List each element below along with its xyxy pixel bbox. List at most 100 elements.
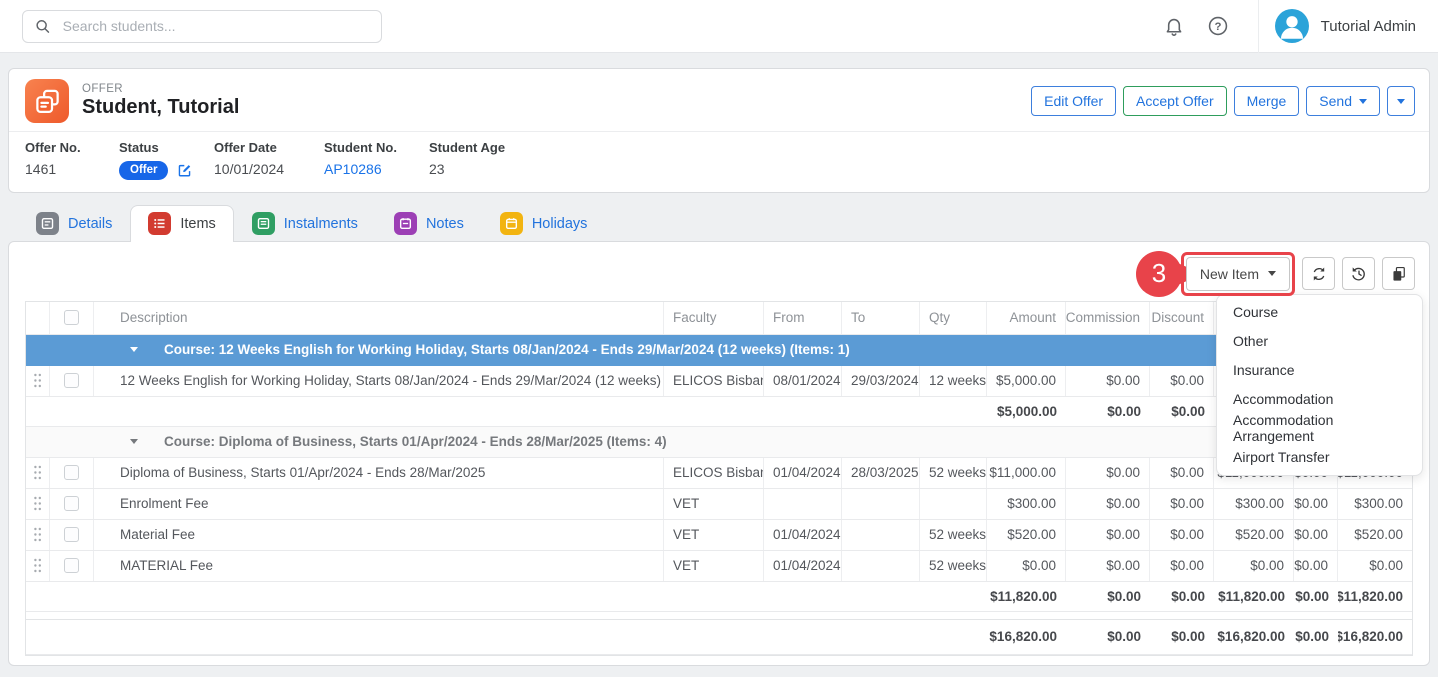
cell-net: $300.00 xyxy=(1214,489,1294,519)
cell-amount: $0.00 xyxy=(987,551,1066,581)
edit-offer-button[interactable]: Edit Offer xyxy=(1031,86,1116,116)
col-description[interactable]: Description xyxy=(94,302,664,334)
drag-handle[interactable] xyxy=(26,489,50,519)
menu-item-airport-transfer[interactable]: Airport Transfer xyxy=(1217,443,1422,472)
subtotal-discount: $0.00 xyxy=(1150,582,1214,611)
cell-faculty: ELICOS Bisbane xyxy=(664,366,764,396)
offer-icon xyxy=(25,79,69,123)
drag-handle[interactable] xyxy=(26,551,50,581)
tab-holidays[interactable]: Holidays xyxy=(482,205,606,242)
col-discount[interactable]: Discount xyxy=(1150,302,1214,334)
subtotal-amount: $11,820.00 xyxy=(987,582,1066,611)
more-actions-button[interactable] xyxy=(1387,86,1415,116)
cell-total: $300.00 xyxy=(1338,489,1412,519)
search-box[interactable] xyxy=(22,10,382,43)
row-checkbox[interactable] xyxy=(50,551,94,581)
cell-qty: 52 weeks xyxy=(920,520,987,550)
cell-amount: $5,000.00 xyxy=(987,366,1066,396)
cell-to: 29/03/2024 xyxy=(842,366,920,396)
items-panel: 3 New Item Course Other Insurance Accomm… xyxy=(8,241,1430,666)
annotation-highlight-box: New Item xyxy=(1181,252,1295,296)
menu-item-accommodation[interactable]: Accommodation xyxy=(1217,385,1422,414)
cell-discount: $0.00 xyxy=(1150,458,1214,488)
drag-column-header xyxy=(26,302,50,334)
tab-items[interactable]: Items xyxy=(130,205,233,242)
grand-total-discount: $0.00 xyxy=(1150,620,1214,654)
cell-discount: $0.00 xyxy=(1150,520,1214,550)
col-from[interactable]: From xyxy=(764,302,842,334)
subtotal-discount: $0.00 xyxy=(1150,397,1214,426)
svg-text:?: ? xyxy=(1214,21,1221,33)
drag-handle[interactable] xyxy=(26,520,50,550)
subtotal-gst: $0.00 xyxy=(1294,582,1338,611)
topbar: ? Tutorial Admin xyxy=(0,0,1438,53)
help-icon[interactable]: ? xyxy=(1207,15,1229,37)
menu-item-insurance[interactable]: Insurance xyxy=(1217,356,1422,385)
tab-details[interactable]: Details xyxy=(18,205,130,242)
grand-total-gst: $0.00 xyxy=(1294,620,1338,654)
notes-tab-icon xyxy=(394,212,417,235)
cell-to: 28/03/2025 xyxy=(842,458,920,488)
cell-discount: $0.00 xyxy=(1150,551,1214,581)
cell-qty xyxy=(920,489,987,519)
collapse-caret-icon[interactable] xyxy=(130,347,138,352)
notifications-bell-icon[interactable] xyxy=(1163,15,1185,37)
field-student-age: Student Age 23 xyxy=(429,140,505,180)
cell-gst: $0.00 xyxy=(1294,520,1338,550)
tab-notes[interactable]: Notes xyxy=(376,205,482,242)
drag-handle[interactable] xyxy=(26,458,50,488)
refresh-button[interactable] xyxy=(1302,257,1335,290)
grand-total-total: $16,820.00 xyxy=(1338,620,1412,654)
row-checkbox[interactable] xyxy=(50,366,94,396)
col-commission[interactable]: Commission xyxy=(1066,302,1150,334)
table-row: MATERIAL Fee VET 01/04/2024 52 weeks $0.… xyxy=(26,551,1412,582)
edit-status-icon[interactable] xyxy=(177,163,192,178)
group-subtotal-row: $5,000.00 $0.00 $0.00 xyxy=(26,397,1412,427)
drag-dots-icon xyxy=(33,558,42,573)
history-icon xyxy=(1350,265,1368,283)
row-checkbox[interactable] xyxy=(50,489,94,519)
instalments-tab-icon xyxy=(252,212,275,235)
cell-description: Enrolment Fee xyxy=(94,489,664,519)
cell-qty: 52 weeks xyxy=(920,458,987,488)
items-toolbar: 3 New Item xyxy=(9,242,1429,301)
copy-button[interactable] xyxy=(1382,257,1415,290)
holidays-tab-icon xyxy=(500,212,523,235)
record-type-label: OFFER xyxy=(82,83,239,95)
search-input[interactable] xyxy=(61,17,369,35)
col-qty[interactable]: Qty xyxy=(920,302,987,334)
new-item-button[interactable]: New Item xyxy=(1186,257,1290,291)
collapse-caret-icon[interactable] xyxy=(130,439,138,444)
subtotal-commission: $0.00 xyxy=(1066,397,1150,426)
accept-offer-button[interactable]: Accept Offer xyxy=(1123,86,1227,116)
cell-gst: $0.00 xyxy=(1294,489,1338,519)
refresh-icon xyxy=(1310,265,1328,283)
row-checkbox[interactable] xyxy=(50,520,94,550)
tab-instalments[interactable]: Instalments xyxy=(234,205,376,242)
student-no-link[interactable]: AP10286 xyxy=(324,161,382,177)
chevron-down-icon xyxy=(1359,99,1367,104)
cell-commission: $0.00 xyxy=(1066,366,1150,396)
subtotal-commission: $0.00 xyxy=(1066,582,1150,611)
row-checkbox[interactable] xyxy=(50,458,94,488)
drag-handle[interactable] xyxy=(26,366,50,396)
details-tab-icon xyxy=(36,212,59,235)
menu-item-accommodation-arrangement[interactable]: Accommodation Arrangement xyxy=(1217,414,1422,443)
items-tab-icon xyxy=(148,212,171,235)
cell-amount: $300.00 xyxy=(987,489,1066,519)
table-header-row: Description Faculty From To Qty Amount C… xyxy=(26,302,1412,335)
col-faculty[interactable]: Faculty xyxy=(664,302,764,334)
menu-item-other[interactable]: Other xyxy=(1217,327,1422,356)
field-offer-date: Offer Date 10/01/2024 xyxy=(214,140,324,180)
menu-item-course[interactable]: Course xyxy=(1217,298,1422,327)
send-button[interactable]: Send xyxy=(1306,86,1380,116)
drag-dots-icon xyxy=(33,373,42,388)
history-button[interactable] xyxy=(1342,257,1375,290)
select-all-checkbox[interactable] xyxy=(50,302,94,334)
cell-to xyxy=(842,489,920,519)
col-amount[interactable]: Amount xyxy=(987,302,1066,334)
user-avatar[interactable] xyxy=(1275,9,1309,43)
subtotal-net: $11,820.00 xyxy=(1214,582,1294,611)
merge-button[interactable]: Merge xyxy=(1234,86,1300,116)
col-to[interactable]: To xyxy=(842,302,920,334)
